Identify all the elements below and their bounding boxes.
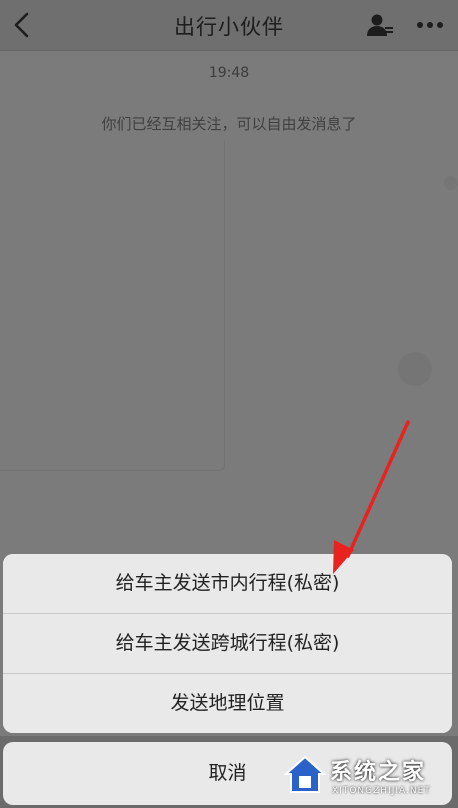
send-intercity-trip-button[interactable]: 给车主发送跨城行程(私密) bbox=[3, 614, 452, 674]
send-location-button[interactable]: 发送地理位置 bbox=[3, 674, 452, 733]
avatar-dot bbox=[444, 176, 458, 190]
profile-button[interactable] bbox=[365, 10, 395, 40]
chat-card-background bbox=[0, 140, 225, 471]
nav-header: 出行小伙伴 bbox=[0, 0, 458, 51]
house-logo-icon bbox=[284, 755, 326, 793]
system-message: 你们已经互相关注，可以自由发消息了 bbox=[101, 115, 357, 133]
message-timestamp: 19:48 bbox=[208, 65, 250, 81]
annotation-arrow-shaft bbox=[346, 420, 410, 558]
avatar bbox=[398, 352, 432, 386]
watermark-subtext: XITONGZHIJIA.NET bbox=[332, 786, 431, 796]
watermark: 系统之家 XITONGZHIJIA.NET bbox=[280, 746, 458, 808]
watermark-text: 系统之家 bbox=[330, 760, 427, 785]
send-city-trip-button[interactable]: 给车主发送市内行程(私密) bbox=[3, 554, 452, 614]
user-profile-icon bbox=[367, 14, 393, 36]
action-sheet: 给车主发送市内行程(私密) 给车主发送跨城行程(私密) 发送地理位置 bbox=[3, 554, 452, 733]
more-button[interactable] bbox=[414, 10, 446, 40]
more-dots-icon bbox=[417, 22, 443, 28]
